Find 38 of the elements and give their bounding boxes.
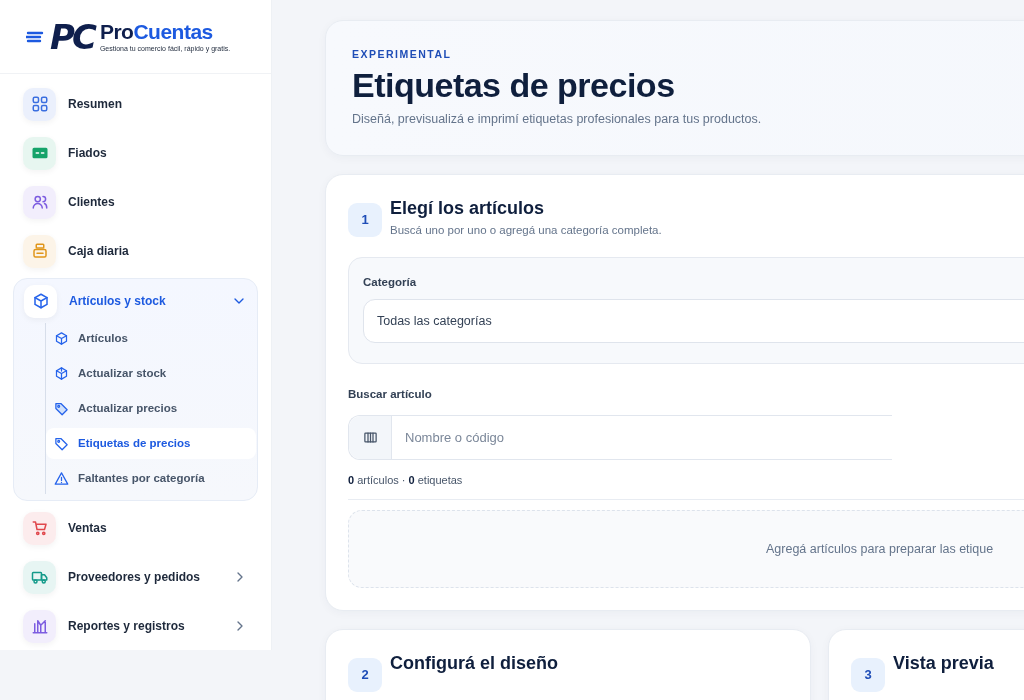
category-select[interactable]: Todas las categorías	[363, 299, 1024, 344]
step-title: Vista previa	[893, 653, 994, 674]
logo-mark: PC	[50, 19, 94, 54]
step-title: Elegí los artículos	[390, 198, 546, 219]
warning-icon	[54, 471, 69, 486]
sidebar-item[interactable]: Resumen	[13, 82, 258, 126]
submenu-item[interactable]: Actualizar stock	[46, 358, 256, 389]
submenu-item[interactable]: Actualizar precios	[46, 393, 256, 424]
sidebar-item[interactable]: Reportes y registros	[13, 604, 258, 648]
box-icon	[54, 366, 69, 381]
sidebar-item[interactable]: Proveedores y pedidos	[13, 555, 258, 599]
step-number: 1	[348, 202, 382, 237]
sidebar-item[interactable]: Fiados	[13, 131, 258, 175]
page-subtitle: Diseñá, previsualizá e imprimí etiquetas profesionales para tus productos.	[352, 111, 763, 129]
page-title: Etiquetas de precios	[352, 66, 676, 105]
barcode-icon	[362, 430, 378, 446]
sidebar-item[interactable]: Caja diaria	[13, 229, 258, 273]
step-subtitle: Buscá uno por uno o agregá una categoría completa.	[390, 222, 662, 238]
lines-icon	[26, 30, 44, 43]
logo-name: ProCuentas	[99, 21, 214, 42]
sidebar-item[interactable]: Clientes	[13, 180, 258, 224]
sidebar-item[interactable]: Artículos y stock	[14, 279, 257, 323]
tag-icon	[54, 436, 69, 451]
tag-icon	[54, 401, 69, 416]
step-number: 2	[348, 657, 382, 692]
empty-state: Agregá artículos para preparar las etique	[348, 509, 1024, 588]
sidebar-item[interactable]: Ventas	[13, 506, 258, 550]
box-icon	[54, 331, 69, 346]
scan-button[interactable]	[349, 416, 392, 460]
submenu-item[interactable]: Artículos	[46, 323, 256, 354]
item-count: 0 artículos · 0 etiquetas	[348, 472, 1024, 500]
field-label: Buscar artículo	[348, 387, 433, 403]
submenu-item[interactable]: Faltantes por categoría	[46, 463, 256, 494]
eyebrow-label: EXPERIMENTAL	[352, 47, 453, 62]
step-title: Configurá el diseño	[390, 653, 558, 674]
field-label: Categoría	[363, 274, 418, 290]
step-number: 3	[851, 657, 885, 692]
submenu-item[interactable]: Etiquetas de precios	[46, 428, 256, 459]
